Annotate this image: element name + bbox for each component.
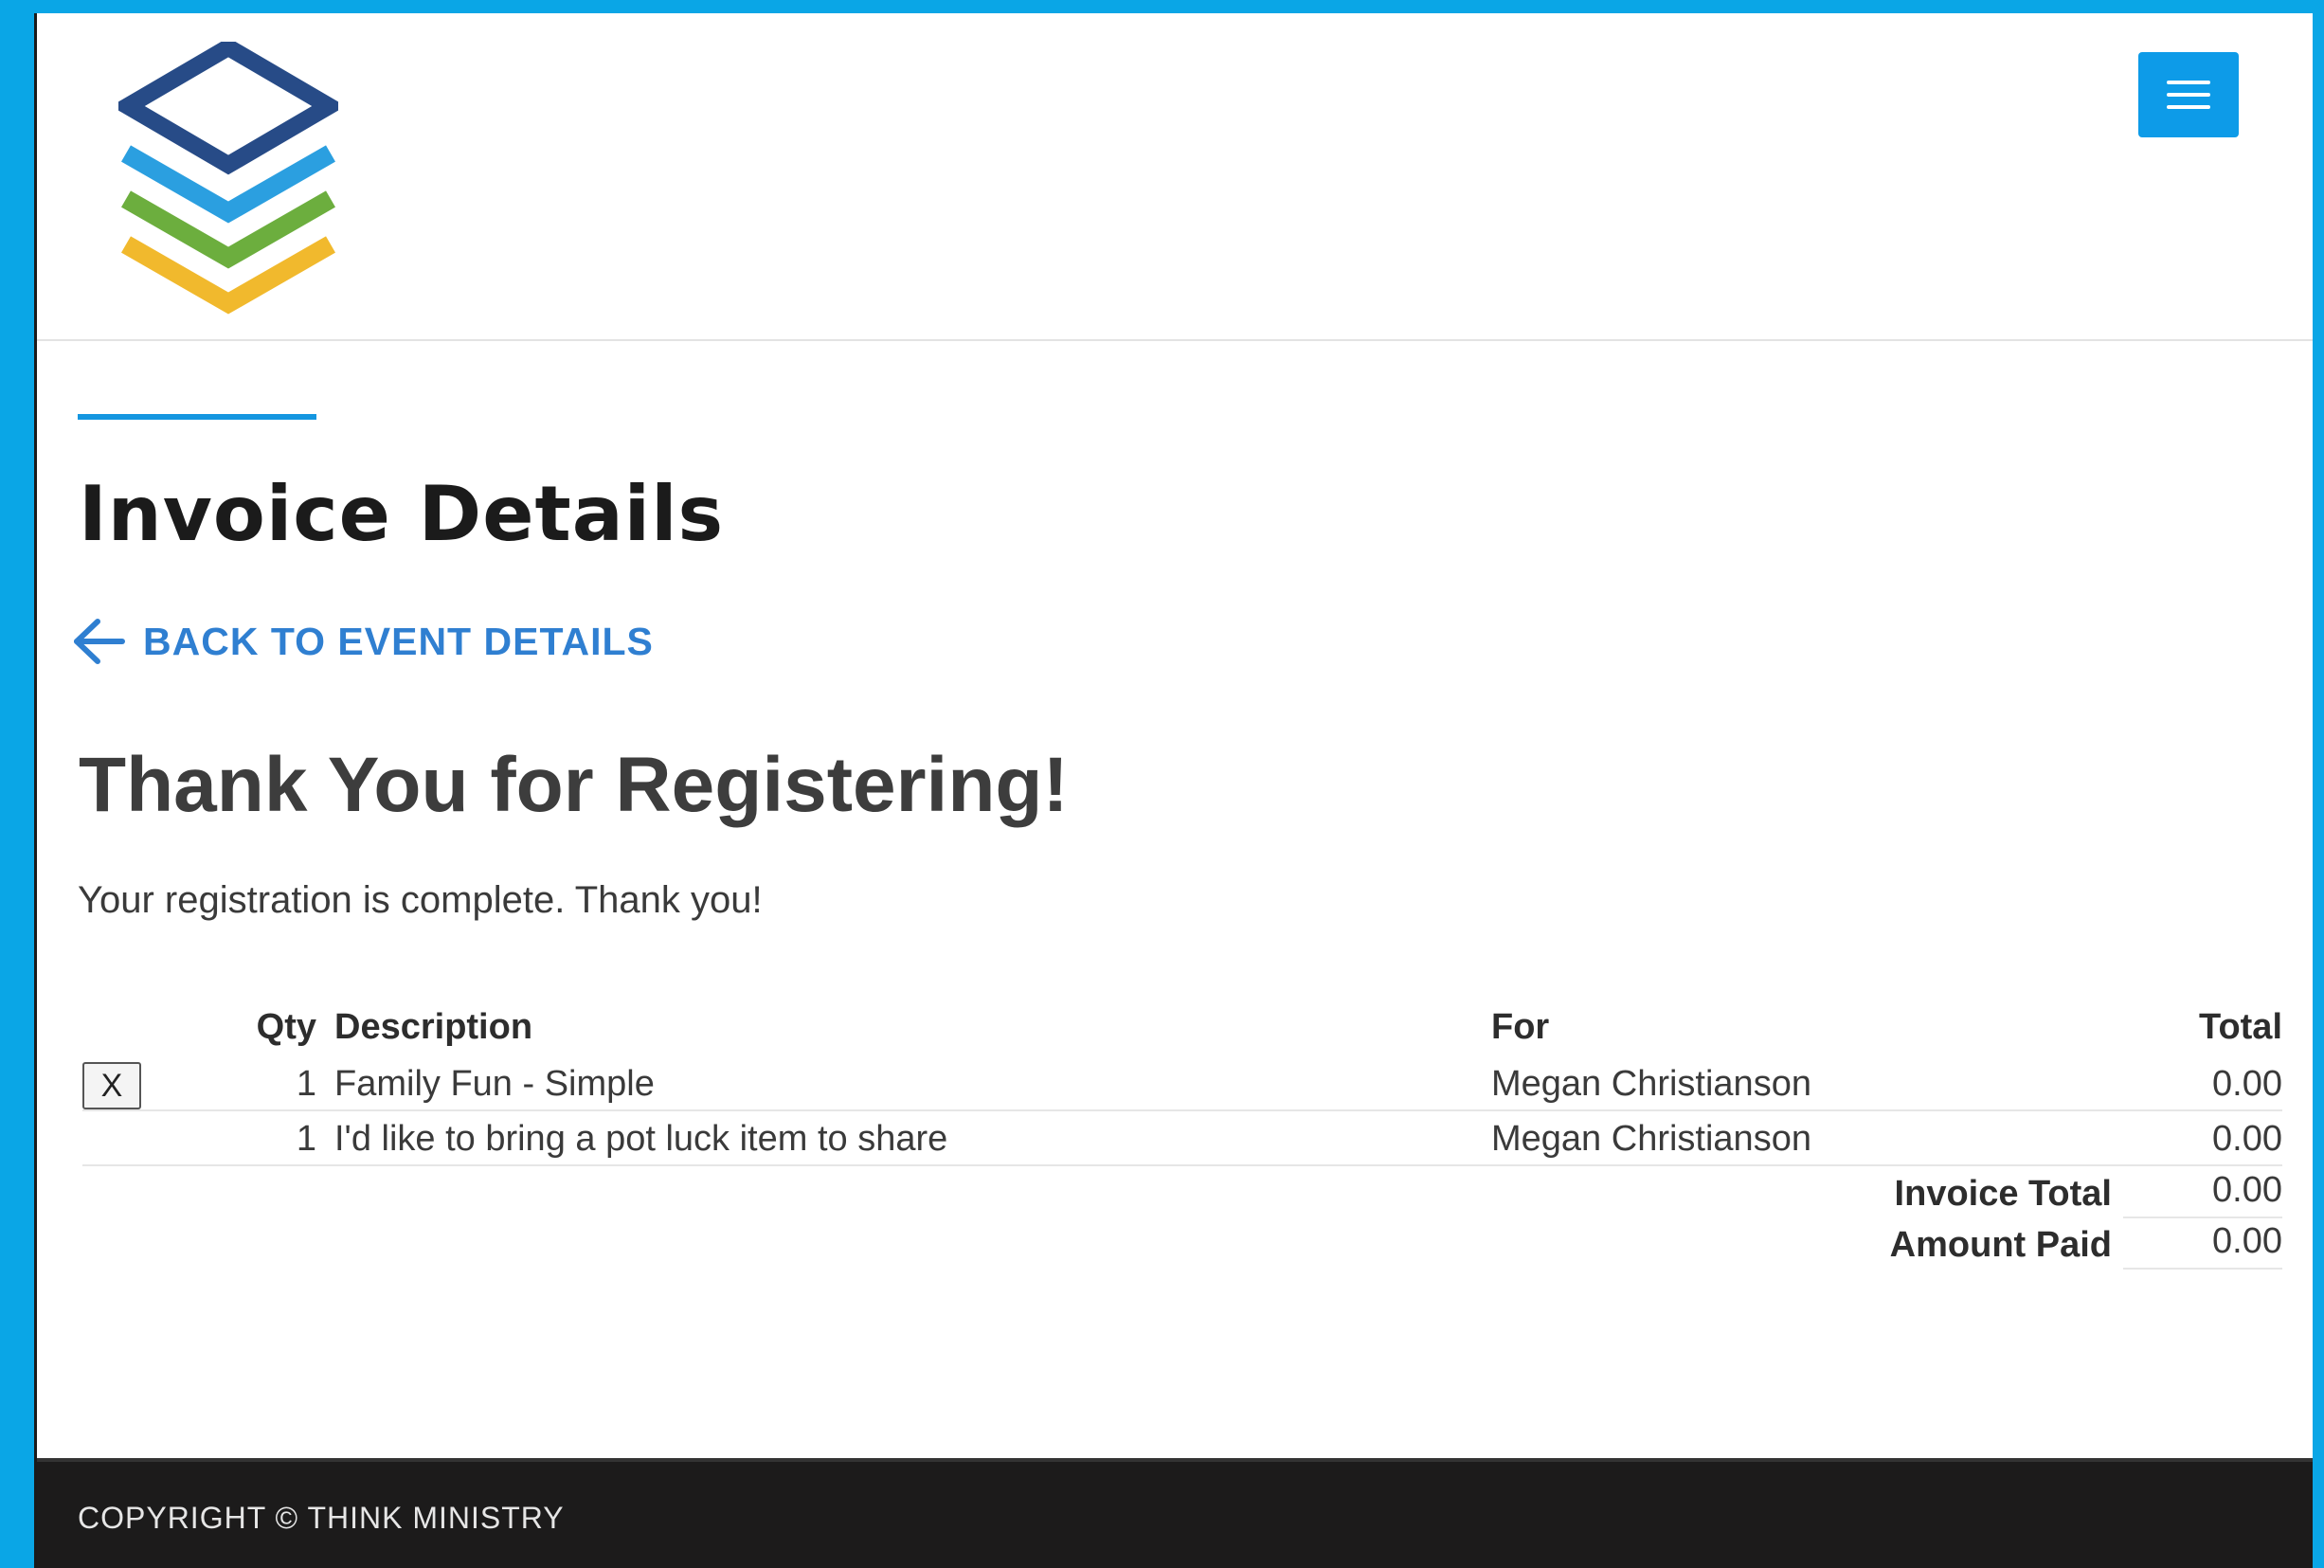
hamburger-icon-line-3 <box>2167 105 2210 109</box>
column-header-qty: Qty <box>256 1007 316 1047</box>
invoice-total-value: 0.00 <box>2123 1170 2282 1218</box>
item-qty: 1 <box>296 1119 316 1159</box>
amount-paid-value: 0.00 <box>2123 1221 2282 1270</box>
item-for: Megan Christianson <box>1491 1064 1811 1104</box>
column-header-total: Total <box>2199 1007 2282 1047</box>
invoice-table: Qty Description For Total X 1 Family Fun… <box>82 1003 2282 1270</box>
back-to-event-details-link[interactable]: BACK TO EVENT DETAILS <box>71 618 654 665</box>
table-row: X 1 Family Fun - Simple Megan Christians… <box>82 1056 2282 1111</box>
amount-paid-row: Amount Paid 0.00 <box>82 1217 2282 1270</box>
column-header-for: For <box>1491 1007 1550 1047</box>
item-description: I'd like to bring a pot luck item to sha… <box>334 1119 948 1159</box>
item-total: 0.00 <box>2212 1119 2282 1159</box>
table-row: 1 I'd like to bring a pot luck item to s… <box>82 1111 2282 1166</box>
remove-item-button[interactable]: X <box>82 1062 141 1109</box>
item-total: 0.00 <box>2212 1064 2282 1104</box>
remove-cell: X <box>82 1062 141 1109</box>
page-title: Invoice Details <box>79 470 725 558</box>
table-header-row: Qty Description For Total <box>82 1003 2282 1056</box>
back-link-label: BACK TO EVENT DETAILS <box>143 619 654 663</box>
screen-frame: Invoice Details BACK TO EVENT DETAILS Th… <box>0 0 2324 1568</box>
menu-button[interactable] <box>2138 52 2239 137</box>
arrow-left-icon <box>74 619 125 664</box>
site-footer: COPYRIGHT © THINK MINISTRY <box>37 1458 2313 1568</box>
invoice-total-label: Invoice Total <box>1894 1174 2112 1214</box>
hamburger-icon-line-1 <box>2167 81 2210 84</box>
title-accent-line <box>78 414 316 420</box>
column-header-description: Description <box>334 1007 533 1047</box>
invoice-total-row: Invoice Total 0.00 <box>82 1166 2282 1218</box>
browser-page: Invoice Details BACK TO EVENT DETAILS Th… <box>34 13 2313 1568</box>
item-description: Family Fun - Simple <box>334 1064 655 1104</box>
thank-you-heading: Thank You for Registering! <box>79 742 1069 828</box>
amount-paid-label: Amount Paid <box>1889 1225 2112 1265</box>
site-header <box>37 13 2313 341</box>
stacked-layers-logo-icon[interactable] <box>118 42 338 326</box>
hamburger-icon-line-2 <box>2167 93 2210 97</box>
item-for: Megan Christianson <box>1491 1119 1811 1159</box>
copyright-text: COPYRIGHT © THINK MINISTRY <box>78 1501 565 1535</box>
item-qty: 1 <box>296 1064 316 1104</box>
registration-message: Your registration is complete. Thank you… <box>78 879 763 921</box>
